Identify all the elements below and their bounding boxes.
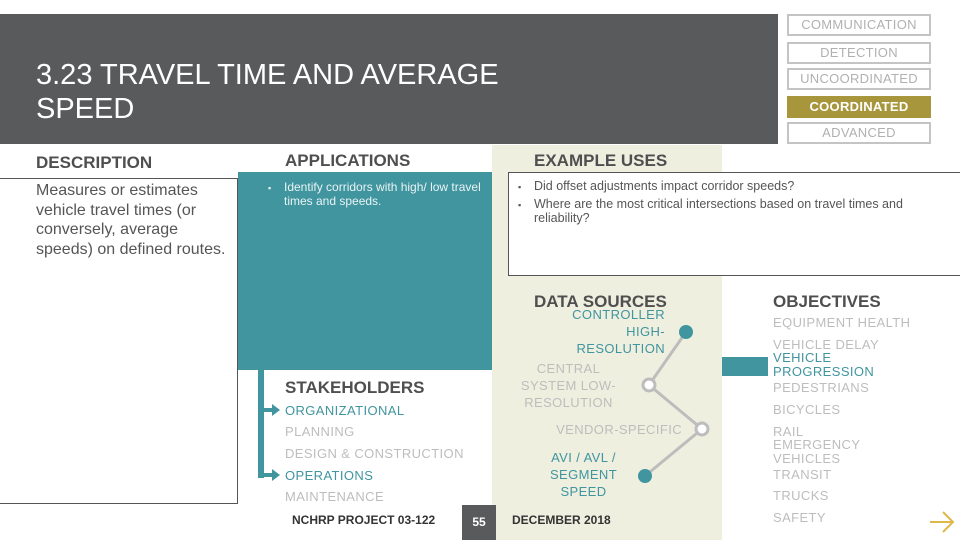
- example-uses-list: Did offset adjustments impact corridor s…: [518, 179, 938, 229]
- description-heading: DESCRIPTION: [36, 153, 153, 172]
- data-source-dot-empty: [694, 421, 710, 437]
- applications-heading: APPLICATIONS: [285, 151, 411, 170]
- stakeholder-maintenance: MAINTENANCE: [285, 489, 385, 504]
- stakeholder-design-construction: DESIGN & CONSTRUCTION: [285, 446, 464, 461]
- stakeholder-arrow-icon: [260, 404, 280, 416]
- description-text: Measures or estimates vehicle travel tim…: [36, 182, 226, 258]
- data-source-controller-high-res: CONTROLLER HIGH- RESOLUTION: [572, 307, 665, 356]
- stakeholder-operations: OPERATIONS: [285, 468, 374, 483]
- tier-detection[interactable]: DETECTION: [787, 42, 931, 64]
- objective-bicycles: BICYCLES: [773, 402, 841, 417]
- page-title: 3.23 TRAVEL TIME AND AVERAGE SPEED: [36, 59, 499, 125]
- stakeholder-organizational: ORGANIZATIONAL: [285, 403, 405, 418]
- stakeholder-arrow-icon: [260, 469, 280, 481]
- objective-emergency-vehicles: EMERGENCY VEHICLES: [773, 437, 861, 466]
- applications-list: Identify corridors with high/ low travel…: [268, 180, 483, 208]
- tier-communication[interactable]: COMMUNICATION: [787, 14, 931, 36]
- stakeholders-heading: STAKEHOLDERS: [285, 378, 425, 397]
- footer-date: DECEMBER 2018: [512, 513, 611, 527]
- example-use-item: Where are the most critical intersection…: [518, 197, 938, 226]
- stakeholder-connector-line: [258, 370, 264, 478]
- stakeholder-planning: PLANNING: [285, 424, 355, 439]
- objective-marker: [722, 357, 768, 376]
- data-source-avi-avl: AVI / AVL / SEGMENT SPEED: [549, 450, 618, 499]
- objective-safety: SAFETY: [773, 510, 826, 525]
- data-source-central-low-res: CENTRAL SYSTEM LOW- RESOLUTION: [520, 361, 617, 410]
- objective-transit: TRANSIT: [773, 467, 832, 482]
- data-source-dot-filled: [679, 325, 693, 339]
- data-source-dot-empty: [641, 377, 657, 393]
- objectives-heading: OBJECTIVES: [773, 292, 881, 311]
- objective-pedestrians: PEDESTRIANS: [773, 380, 870, 395]
- footer-project: NCHRP PROJECT 03-122: [292, 513, 436, 527]
- application-item: Identify corridors with high/ low travel…: [268, 180, 483, 208]
- objective-equipment-health: EQUIPMENT HEALTH: [773, 315, 911, 330]
- page-number: 55: [462, 505, 496, 540]
- data-source-vendor-specific: VENDOR-SPECIFIC: [556, 422, 682, 437]
- tier-advanced[interactable]: ADVANCED: [787, 122, 931, 144]
- data-source-dot-filled: [638, 469, 652, 483]
- next-page-arrow-icon[interactable]: [928, 510, 956, 534]
- objective-vehicle-progression: VEHICLE PROGRESSION: [773, 350, 875, 379]
- tier-coordinated[interactable]: COORDINATED: [787, 96, 931, 118]
- tier-uncoordinated[interactable]: UNCOORDINATED: [787, 68, 931, 90]
- example-use-item: Did offset adjustments impact corridor s…: [518, 179, 938, 194]
- example-uses-heading: EXAMPLE USES: [534, 151, 668, 170]
- objective-trucks: TRUCKS: [773, 488, 829, 503]
